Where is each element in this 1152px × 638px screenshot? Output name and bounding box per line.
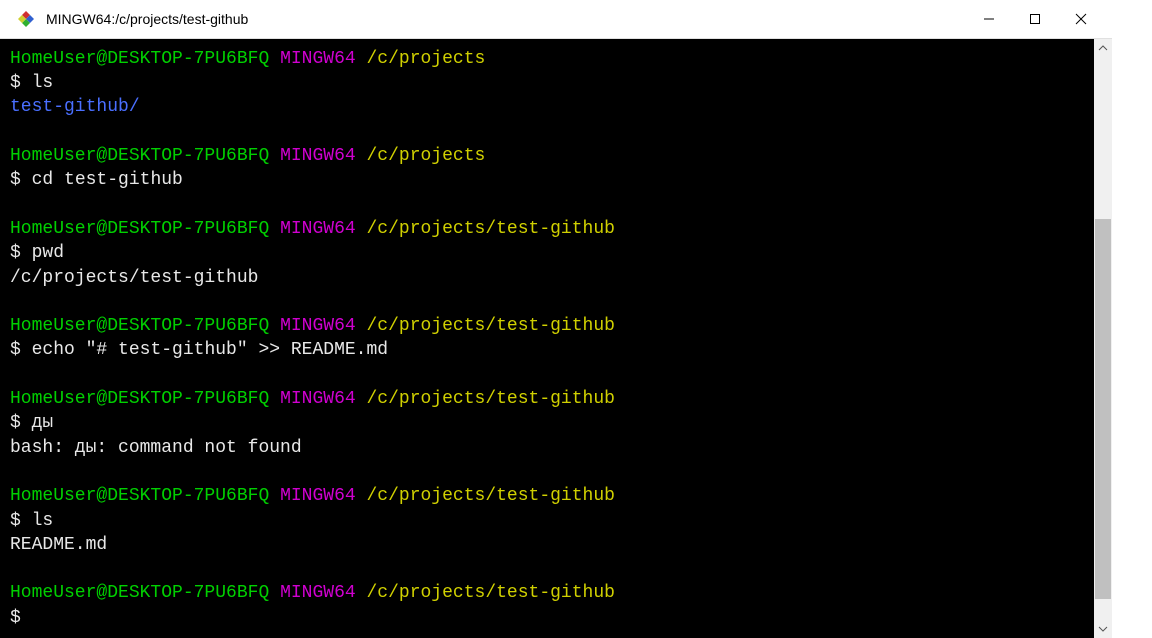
prompt-shell: MINGW64	[280, 583, 356, 603]
command-line: $ ls	[10, 71, 1084, 95]
window-title: MINGW64:/c/projects/test-github	[46, 11, 966, 27]
prompt-line: HomeUser@DESKTOP-7PU6BFQ MINGW64 /c/proj…	[10, 484, 1084, 508]
command-text: pwd	[32, 243, 64, 263]
terminal-output[interactable]: HomeUser@DESKTOP-7PU6BFQ MINGW64 /c/proj…	[0, 39, 1094, 638]
prompt-path: /c/projects	[367, 146, 486, 166]
command-line: $ ды	[10, 411, 1084, 435]
prompt-shell: MINGW64	[280, 389, 356, 409]
command-line: $ pwd	[10, 241, 1084, 265]
prompt-userhost: HomeUser@DESKTOP-7PU6BFQ	[10, 49, 269, 69]
prompt-line: HomeUser@DESKTOP-7PU6BFQ MINGW64 /c/proj…	[10, 144, 1084, 168]
output-line: test-github/	[10, 95, 1084, 119]
blank-line	[10, 120, 1084, 144]
prompt-shell: MINGW64	[280, 486, 356, 506]
command-text: ls	[32, 511, 54, 531]
terminal-window: MINGW64:/c/projects/test-github HomeUser…	[0, 0, 1112, 638]
prompt-path: /c/projects	[367, 49, 486, 69]
prompt-dollar: $	[10, 511, 21, 531]
maximize-button[interactable]	[1012, 0, 1058, 38]
prompt-userhost: HomeUser@DESKTOP-7PU6BFQ	[10, 146, 269, 166]
prompt-line: HomeUser@DESKTOP-7PU6BFQ MINGW64 /c/proj…	[10, 47, 1084, 71]
blank-line	[10, 193, 1084, 217]
output-line: /c/projects/test-github	[10, 266, 1084, 290]
window-controls	[966, 0, 1104, 38]
command-text: ды	[32, 413, 54, 433]
command-text: echo "# test-github" >> README.md	[32, 340, 388, 360]
blank-line	[10, 460, 1084, 484]
prompt-userhost: HomeUser@DESKTOP-7PU6BFQ	[10, 219, 269, 239]
scroll-down-icon[interactable]	[1094, 620, 1112, 638]
prompt-line: HomeUser@DESKTOP-7PU6BFQ MINGW64 /c/proj…	[10, 387, 1084, 411]
prompt-userhost: HomeUser@DESKTOP-7PU6BFQ	[10, 486, 269, 506]
titlebar: MINGW64:/c/projects/test-github	[0, 0, 1112, 39]
prompt-path: /c/projects/test-github	[367, 316, 615, 336]
command-line: $ ls	[10, 509, 1084, 533]
prompt-shell: MINGW64	[280, 146, 356, 166]
blank-line	[10, 363, 1084, 387]
prompt-shell: MINGW64	[280, 219, 356, 239]
blank-line	[10, 290, 1084, 314]
prompt-line: HomeUser@DESKTOP-7PU6BFQ MINGW64 /c/proj…	[10, 314, 1084, 338]
minimize-button[interactable]	[966, 0, 1012, 38]
command-text: ls	[32, 73, 54, 93]
prompt-dollar: $	[10, 608, 21, 628]
prompt-dollar: $	[10, 170, 21, 190]
prompt-shell: MINGW64	[280, 49, 356, 69]
prompt-dollar: $	[10, 73, 21, 93]
command-line: $ cd test-github	[10, 168, 1084, 192]
prompt-userhost: HomeUser@DESKTOP-7PU6BFQ	[10, 389, 269, 409]
command-text: cd test-github	[32, 170, 183, 190]
prompt-shell: MINGW64	[280, 316, 356, 336]
prompt-dollar: $	[10, 243, 21, 263]
prompt-line: HomeUser@DESKTOP-7PU6BFQ MINGW64 /c/proj…	[10, 581, 1084, 605]
prompt-path: /c/projects/test-github	[367, 486, 615, 506]
prompt-dollar: $	[10, 413, 21, 433]
blank-line	[10, 557, 1084, 581]
prompt-userhost: HomeUser@DESKTOP-7PU6BFQ	[10, 583, 269, 603]
scroll-up-icon[interactable]	[1094, 39, 1112, 57]
prompt-dollar: $	[10, 340, 21, 360]
prompt-path: /c/projects/test-github	[367, 389, 615, 409]
close-button[interactable]	[1058, 0, 1104, 38]
command-line: $	[10, 606, 1084, 630]
prompt-path: /c/projects/test-github	[367, 583, 615, 603]
terminal-container: HomeUser@DESKTOP-7PU6BFQ MINGW64 /c/proj…	[0, 39, 1112, 638]
prompt-path: /c/projects/test-github	[367, 219, 615, 239]
prompt-userhost: HomeUser@DESKTOP-7PU6BFQ	[10, 316, 269, 336]
output-line: README.md	[10, 533, 1084, 557]
app-icon	[16, 9, 36, 29]
command-line: $ echo "# test-github" >> README.md	[10, 338, 1084, 362]
scrollbar-thumb[interactable]	[1095, 219, 1111, 599]
output-line: bash: ды: command not found	[10, 436, 1084, 460]
prompt-line: HomeUser@DESKTOP-7PU6BFQ MINGW64 /c/proj…	[10, 217, 1084, 241]
scrollbar[interactable]	[1094, 39, 1112, 638]
